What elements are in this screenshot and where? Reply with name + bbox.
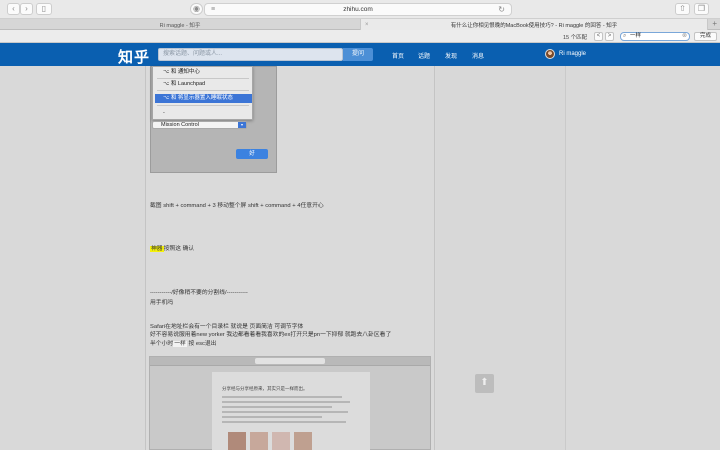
back-button[interactable]: ‹ — [7, 3, 20, 15]
chevron-down-icon: ▾ — [238, 122, 246, 128]
tab-profile[interactable]: Ri maggle - 知乎 — [0, 19, 360, 30]
nav-home[interactable]: 首页 — [392, 51, 404, 60]
paragraph-text: 用手机吗 — [150, 300, 174, 306]
nav-messages[interactable]: 消息 — [472, 51, 484, 60]
zhihu-search-input[interactable]: 搜索话题、问题或人... — [158, 48, 343, 61]
forward-arrow-icon: › — [25, 4, 28, 13]
reload-icon[interactable]: ↻ — [498, 5, 505, 14]
new-tab-icon[interactable]: + — [712, 19, 717, 28]
mission-control-select: Mission Control ▾ — [152, 121, 247, 129]
zhihu-header: 知乎 搜索话题、问题或人... 提问 首页 话题 发现 消息 Ri maggle — [0, 43, 720, 66]
nav-explore[interactable]: 发现 — [445, 51, 457, 60]
tab-title: 有什么让你相见恨晚的MacBook使用技巧? - Ri maggle 的回答 -… — [450, 22, 618, 29]
avatar[interactable] — [545, 49, 555, 59]
hot-corner-dropdown: ⌥ 和 通知中心 ⌥ 和 Launchpad ⌥ 和 将显示器置入睡眠状态 - — [152, 66, 253, 120]
find-input[interactable]: ⌕ 一样 ⊗ — [620, 32, 690, 41]
reader-icon: ≡ — [211, 6, 216, 13]
clear-icon[interactable]: ⊗ — [682, 33, 687, 40]
find-bar: 15 个匹配 < > ⌕ 一样 ⊗ 完成 — [0, 30, 720, 43]
thumbnail-image — [228, 432, 246, 450]
find-done-button[interactable]: 完成 — [694, 32, 717, 41]
zhihu-logo[interactable]: 知乎 — [118, 46, 150, 67]
dropdown-item: ⌥ 和 Launchpad — [163, 81, 206, 87]
find-next-button[interactable]: > — [605, 32, 614, 41]
tab-article[interactable]: × 有什么让你相见恨晚的MacBook使用技巧? - Ri maggle 的回答… — [360, 19, 708, 30]
username[interactable]: Ri maggle — [559, 51, 586, 57]
screenshot-url-bar — [255, 358, 325, 364]
text-line — [222, 421, 346, 423]
search-icon: ⌕ — [623, 33, 627, 39]
tabs-icon: ❐ — [697, 4, 706, 13]
find-prev-button[interactable]: < — [594, 32, 603, 41]
text-line — [222, 401, 350, 403]
find-highlight: 神器 — [150, 246, 164, 252]
thumbnail-image — [250, 432, 268, 450]
thumbnail-image — [272, 432, 290, 450]
close-icon[interactable]: × — [365, 22, 369, 28]
back-arrow-icon: ‹ — [12, 4, 15, 13]
tab-bar: Ri maggle - 知乎 × 有什么让你相见恨晚的MacBook使用技巧? … — [0, 19, 720, 30]
arrow-up-icon: ⬆ — [480, 377, 489, 388]
divider-text: -----------/好像稍不要的分割线/----------- — [150, 290, 248, 296]
shield-icon: ◉ — [193, 4, 200, 13]
text-line — [222, 411, 348, 413]
text-line — [222, 406, 332, 408]
screenshot-reader-page: 分享经与分享经原来，其实只是一样而出。 — [212, 372, 370, 450]
screenshot-title: 分享经与分享经原来，其实只是一样而出。 — [222, 386, 308, 391]
dropdown-separator — [157, 78, 249, 79]
nav-topics[interactable]: 话题 — [418, 51, 430, 60]
article-screenshot-2: 分享经与分享经原来，其实只是一样而出。 — [149, 356, 431, 450]
tabs-overview-button[interactable]: ❐ — [694, 3, 709, 15]
tab-title: Ri maggle - 知乎 — [159, 22, 201, 29]
dropdown-item: ⌥ 和 通知中心 — [163, 69, 200, 75]
screenshot-browser-bar — [150, 357, 430, 366]
scroll-to-top-button[interactable]: ⬆ — [475, 374, 494, 393]
paragraph-screenshot-shortcut: 截图 shift + command + 3 移动整个屏 shift + com… — [150, 203, 324, 209]
dropdown-separator — [157, 105, 249, 106]
find-match-count: 15 个匹配 — [563, 35, 588, 41]
thumbnail-image — [294, 432, 312, 450]
privacy-button[interactable]: ◉ — [190, 3, 203, 15]
forward-button[interactable]: › — [20, 3, 33, 15]
find-query: 一样 — [630, 33, 642, 39]
sidebar-icon: ▯ — [41, 4, 47, 13]
paragraph-highlight: 神器按照这 确认 — [150, 246, 195, 252]
paragraph-text: 好不容易说服用着new yorker 我边都看着看我喜欢的ex打开只是pn一下抑… — [150, 332, 392, 347]
url-text: zhihu.com — [343, 6, 373, 13]
text-line — [222, 416, 322, 418]
dropdown-item: - — [163, 110, 165, 116]
browser-toolbar: ‹ › ▯ ◉ ≡ zhihu.com ↻ ⇧ ❐ — [0, 0, 720, 19]
dropdown-item-selected: ⌥ 和 将显示器置入睡眠状态 — [155, 94, 252, 103]
dropdown-separator — [157, 90, 249, 91]
share-button[interactable]: ⇧ — [675, 3, 690, 15]
right-sidebar — [436, 66, 566, 450]
share-icon: ⇧ — [679, 4, 686, 13]
text-line — [222, 396, 342, 398]
ask-button[interactable]: 提问 — [343, 48, 373, 61]
paragraph-text: Safari在地址栏会有一个目录栏 就说是 页面简洁 可调节字体 — [150, 324, 304, 330]
ok-button: 好 — [236, 149, 268, 159]
sidebar-button[interactable]: ▯ — [36, 3, 52, 15]
address-bar[interactable]: ≡ zhihu.com ↻ — [204, 3, 512, 16]
find-highlight-secondary: 一样 — [173, 341, 187, 347]
